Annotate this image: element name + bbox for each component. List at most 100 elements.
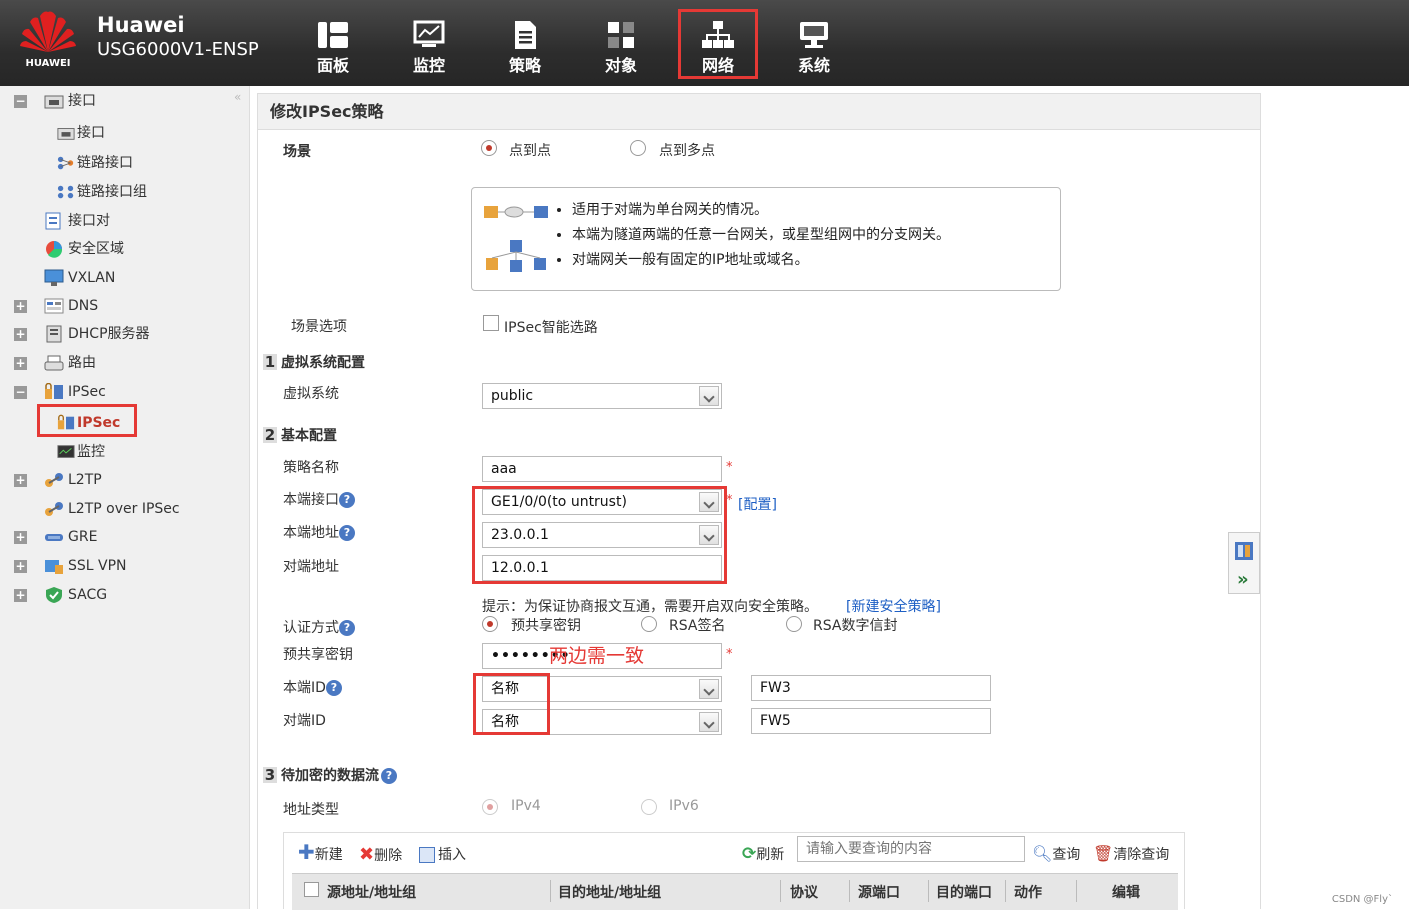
nav-network[interactable]: 网络 [678, 9, 758, 79]
expand-toggle-icon[interactable]: + [14, 300, 27, 313]
sidebar-item-gre[interactable]: + GRE [14, 525, 97, 549]
refresh-button[interactable]: ⟳刷新 [742, 844, 784, 864]
chevron-down-icon[interactable] [699, 679, 719, 699]
section-title: 基本配置 [281, 428, 337, 444]
help-icon[interactable]: ? [339, 525, 355, 541]
auth-psk-radio[interactable] [482, 616, 498, 632]
help-icon[interactable]: ? [381, 768, 397, 784]
scene-p2p-radio[interactable] [481, 140, 497, 156]
col-destination[interactable]: 目的地址/地址组 [558, 882, 661, 902]
peer-id-input[interactable]: FW5 [751, 708, 991, 734]
expand-panel-icon[interactable]: » [1237, 569, 1249, 590]
nav-monitor[interactable]: 监控 [393, 14, 465, 78]
object-icon [608, 22, 634, 48]
sidebar-item-link-interface[interactable]: 链路接口 [57, 151, 133, 175]
smart-route-checkbox[interactable] [483, 315, 499, 331]
auth-rsa-sign-label: RSA签名 [669, 618, 726, 634]
sidebar-label: SACG [68, 587, 108, 603]
col-action[interactable]: 动作 [1014, 882, 1042, 902]
search-icon: 🔍︎ [1032, 844, 1053, 863]
col-edit[interactable]: 编辑 [1112, 882, 1140, 902]
col-dst-port[interactable]: 目的端口 [936, 882, 992, 902]
sidebar-item-ssl-vpn[interactable]: + SSL VPN [14, 554, 127, 578]
sidebar-label: DHCP服务器 [68, 326, 150, 342]
col-src-port[interactable]: 源端口 [858, 882, 900, 902]
shield-icon [46, 587, 62, 603]
ipv6-radio[interactable] [641, 799, 657, 815]
top-header: HUAWEI Huawei USG6000V1-ENSP 面板 监控 策略 对象… [0, 0, 1409, 86]
sidebar-item-security-zone[interactable]: 安全区域 [44, 237, 124, 261]
collapse-sidebar-icon[interactable]: « [234, 90, 241, 104]
sidebar-item-interface-group[interactable]: − 接口 [14, 89, 96, 113]
local-id-label-text: 本端ID [283, 680, 326, 696]
smart-route-label: IPSec智能选路 [504, 320, 598, 336]
delete-button[interactable]: ✖删除 [359, 844, 402, 865]
expand-toggle-icon[interactable]: + [14, 328, 27, 341]
sidebar-item-sacg[interactable]: + SACG [14, 583, 108, 607]
section-dataflow: 3 待加密的数据流? [263, 765, 397, 785]
expand-toggle-icon[interactable]: + [14, 560, 27, 573]
select-all-checkbox[interactable] [304, 882, 319, 897]
sidebar-item-interface-pair[interactable]: 接口对 [44, 209, 110, 233]
expand-toggle-icon[interactable]: + [14, 357, 27, 370]
collapse-toggle-icon[interactable]: − [14, 386, 27, 399]
chevron-down-icon[interactable] [699, 712, 719, 732]
sidebar-item-l2tp[interactable]: + L2TP [14, 468, 102, 492]
dashboard-icon [318, 22, 348, 48]
insert-button[interactable]: 插入 [419, 844, 466, 864]
col-protocol[interactable]: 协议 [790, 882, 818, 902]
sidebar-label: SSL VPN [68, 558, 127, 574]
col-source[interactable]: 源地址/地址组 [327, 882, 416, 902]
ipv4-radio[interactable] [482, 799, 498, 815]
local-id-input[interactable]: FW3 [751, 675, 991, 701]
nav-dashboard[interactable]: 面板 [297, 14, 369, 78]
section-number: 1 [263, 353, 277, 371]
collapse-toggle-icon[interactable]: − [14, 95, 27, 108]
clear-query-button[interactable]: 🗑︎清除查询 [1093, 844, 1169, 864]
sidebar-label: 路由 [68, 355, 96, 371]
sidebar-item-link-interface-group[interactable]: 链路接口组 [57, 180, 147, 204]
chevron-down-icon[interactable] [699, 386, 719, 406]
config-link[interactable]: [配置] [738, 494, 777, 514]
sidebar-item-dhcp-server[interactable]: + DHCP服务器 [14, 322, 150, 346]
search-input[interactable] [797, 836, 1025, 862]
nav-label: 监控 [412, 56, 445, 75]
sidebar-item-dns[interactable]: + DNS [14, 294, 98, 318]
auth-rsa-sign-radio[interactable] [641, 616, 657, 632]
nav-label: 网络 [701, 56, 734, 75]
nav-object[interactable]: 对象 [585, 14, 657, 78]
vsys-select[interactable]: public [482, 383, 722, 409]
sidebar-item-ipsec-monitor[interactable]: 监控 [57, 440, 105, 464]
sidebar-item-l2tp-over-ipsec[interactable]: L2TP over IPSec [44, 497, 180, 521]
nav-policy[interactable]: 策略 [489, 14, 561, 78]
sidebar-item-route[interactable]: + 路由 [14, 351, 96, 375]
brand-text: HUAWEI [25, 58, 71, 69]
sidebar-item-interface[interactable]: 接口 [57, 121, 105, 145]
help-icon[interactable]: ? [325, 680, 342, 696]
page-title: 修改IPSec策略 [258, 94, 1260, 130]
side-panel-toggle[interactable]: » [1228, 532, 1260, 594]
sidebar-label: 监控 [77, 444, 105, 460]
scene-p2mp-label: 点到多点 [659, 143, 715, 159]
new-button[interactable]: ✚新建 [298, 842, 343, 864]
section-number: 2 [263, 426, 277, 444]
auth-rsa-envelope-radio[interactable] [786, 616, 802, 632]
nav-system[interactable]: 系统 [778, 14, 850, 78]
watermark: CSDN @Fly` [1331, 894, 1393, 905]
sidebar-item-ipsec-group[interactable]: − IPSec [14, 380, 106, 404]
sidebar-label: 链路接口 [77, 155, 133, 171]
scene-p2mp-radio[interactable] [630, 140, 646, 156]
help-icon[interactable]: ? [339, 620, 355, 636]
help-icon[interactable]: ? [339, 492, 355, 508]
expand-toggle-icon[interactable]: + [14, 589, 27, 602]
sidebar-label: 接口对 [68, 213, 110, 229]
sidebar-item-vxlan[interactable]: VXLAN [44, 266, 115, 290]
query-button[interactable]: 🔍︎查询 [1032, 844, 1080, 864]
expand-toggle-icon[interactable]: + [14, 531, 27, 544]
clear-query-label: 清除查询 [1113, 847, 1170, 863]
nav-label: 系统 [797, 56, 830, 75]
new-label: 新建 [314, 847, 343, 863]
expand-toggle-icon[interactable]: + [14, 474, 27, 487]
policy-name-input[interactable]: aaa [482, 456, 722, 482]
new-policy-link[interactable]: [新建安全策略] [846, 596, 941, 616]
